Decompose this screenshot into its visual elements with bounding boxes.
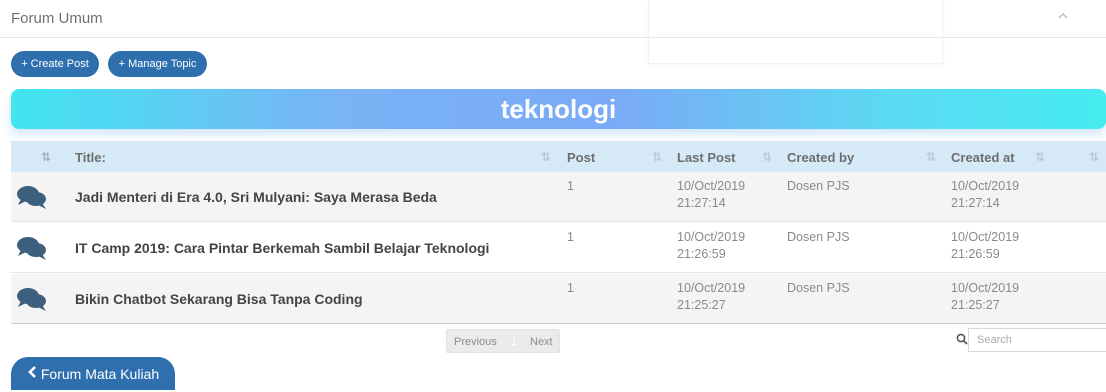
page-number-button[interactable]: 1 [511, 336, 517, 348]
comments-icon [17, 237, 46, 260]
back-button-label: Forum Mata Kuliah [40, 366, 160, 382]
table-row[interactable]: Bikin Chatbot Sekarang Bisa Tanpa Coding… [11, 274, 1106, 324]
sort-icon[interactable]: ⇅ [926, 150, 936, 164]
next-page-button[interactable]: Next [530, 336, 553, 348]
last-post-date: 10/Oct/2019 [677, 230, 746, 244]
search-icon [956, 333, 968, 345]
column-post[interactable]: Post [567, 150, 595, 165]
sort-icon[interactable]: ⇅ [1089, 150, 1099, 164]
last-post-time: 21:27:14 [677, 196, 726, 210]
created-at-date: 10/Oct/2019 [951, 281, 1020, 295]
last-post-time: 21:25:27 [677, 298, 726, 312]
pagination: Previous 1 Next [446, 329, 560, 353]
create-post-button[interactable]: + Create Post [11, 51, 99, 77]
sort-icon[interactable]: ⇅ [541, 150, 551, 164]
created-at-time: 21:25:27 [951, 298, 1000, 312]
search-input[interactable] [968, 328, 1106, 352]
chevron-left-icon [27, 356, 37, 391]
dropdown-shadow-box [648, 0, 943, 64]
post-count: 1 [567, 281, 574, 295]
topic-title-link[interactable]: IT Camp 2019: Cara Pintar Berkemah Sambi… [75, 240, 489, 256]
sort-icon[interactable]: ⇅ [1035, 150, 1045, 164]
comments-icon [17, 186, 46, 209]
last-post-date: 10/Oct/2019 [677, 179, 746, 193]
post-count: 1 [567, 179, 574, 193]
column-created-at[interactable]: Created at [951, 150, 1015, 165]
topic-banner: teknologi [11, 89, 1106, 129]
table-row[interactable]: IT Camp 2019: Cara Pintar Berkemah Sambi… [11, 223, 1106, 273]
created-at-time: 21:26:59 [951, 247, 1000, 261]
column-last-post[interactable]: Last Post [677, 150, 736, 165]
chevron-up-icon[interactable] [1057, 10, 1073, 26]
column-title[interactable]: Title: [75, 150, 106, 165]
last-post-date: 10/Oct/2019 [677, 281, 746, 295]
previous-page-button[interactable]: Previous [454, 336, 497, 348]
table-row[interactable]: Jadi Menteri di Era 4.0, Sri Mulyani: Sa… [11, 172, 1106, 222]
created-at-date: 10/Oct/2019 [951, 230, 1020, 244]
created-at-time: 21:27:14 [951, 196, 1000, 210]
manage-topic-button[interactable]: + Manage Topic [108, 51, 207, 77]
topic-title-link[interactable]: Jadi Menteri di Era 4.0, Sri Mulyani: Sa… [75, 189, 437, 205]
last-post-time: 21:26:59 [677, 247, 726, 261]
sort-icon[interactable]: ⇅ [652, 150, 662, 164]
created-by: Dosen PJS [787, 281, 850, 295]
sort-icon[interactable]: ⇅ [762, 150, 772, 164]
created-at-date: 10/Oct/2019 [951, 179, 1020, 193]
column-created-by[interactable]: Created by [787, 150, 854, 165]
panel-title: Forum Umum [11, 10, 103, 27]
created-by: Dosen PJS [787, 179, 850, 193]
sort-asc-icon[interactable]: ⇅ [41, 150, 51, 164]
comments-icon [17, 288, 46, 311]
post-count: 1 [567, 230, 574, 244]
topic-title-link[interactable]: Bikin Chatbot Sekarang Bisa Tanpa Coding [75, 291, 363, 307]
created-by: Dosen PJS [787, 230, 850, 244]
table-header: ⇅ Title: ⇅ Post ⇅ Last Post ⇅ Created by… [11, 141, 1106, 172]
forum-mata-kuliah-button[interactable]: Forum Mata Kuliah [11, 357, 175, 390]
